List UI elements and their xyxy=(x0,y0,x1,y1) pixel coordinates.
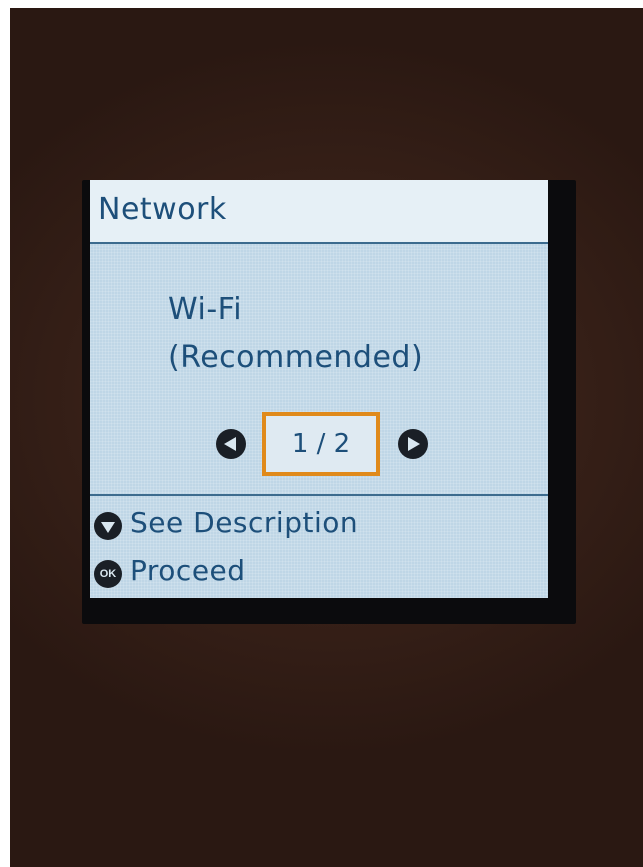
screen-title: Network xyxy=(98,192,227,227)
page-indicator[interactable]: 1 / 2 xyxy=(262,412,380,476)
right-arrow-icon[interactable] xyxy=(398,429,428,459)
down-arrow-icon xyxy=(94,512,122,540)
divider xyxy=(90,494,548,496)
option-label[interactable]: Wi-Fi xyxy=(168,292,242,327)
left-arrow-icon[interactable] xyxy=(216,429,246,459)
lcd-screen: Network Wi-Fi (Recommended) 1 / 2 See De… xyxy=(90,180,548,598)
option-sublabel[interactable]: (Recommended) xyxy=(168,340,423,375)
ok-icon: OK xyxy=(94,560,122,588)
page-selector: 1 / 2 xyxy=(214,412,430,478)
see-description-label: See Description xyxy=(130,506,359,539)
photo-background: Network Wi-Fi (Recommended) 1 / 2 See De… xyxy=(10,8,643,867)
screen-header: Network xyxy=(90,180,548,244)
proceed-label: Proceed xyxy=(130,554,246,587)
ok-icon-text: OK xyxy=(99,568,117,580)
